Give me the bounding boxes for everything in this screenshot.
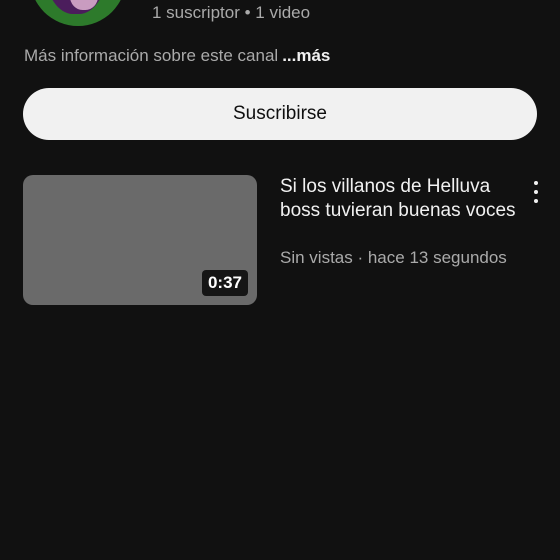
video-title[interactable]: Si los villanos de Helluva boss tuvieran… [280, 175, 516, 223]
subscribe-button-label: Suscribirse [233, 103, 327, 124]
channel-description-text: Más información sobre este canal [24, 46, 279, 65]
channel-page: 1 suscriptor • 1 video Más información s… [0, 0, 560, 560]
video-item[interactable]: 0:37 Si los villanos de Helluva boss tuv… [0, 175, 560, 307]
channel-avatar[interactable] [30, 0, 126, 26]
channel-description[interactable]: Más información sobre este canal ...más [24, 46, 330, 66]
menu-dot [534, 181, 538, 185]
video-meta: Sin vistas · hace 13 segundos [280, 248, 507, 267]
subscribe-button[interactable]: Suscribirse [23, 88, 537, 140]
video-thumbnail[interactable]: 0:37 [23, 175, 257, 305]
more-link[interactable]: ...más [282, 46, 330, 65]
channel-stats: 1 suscriptor • 1 video [152, 3, 311, 22]
menu-dot [534, 190, 538, 194]
duration-badge: 0:37 [201, 270, 248, 296]
menu-dot [534, 199, 538, 203]
more-vert-icon[interactable] [526, 179, 546, 205]
